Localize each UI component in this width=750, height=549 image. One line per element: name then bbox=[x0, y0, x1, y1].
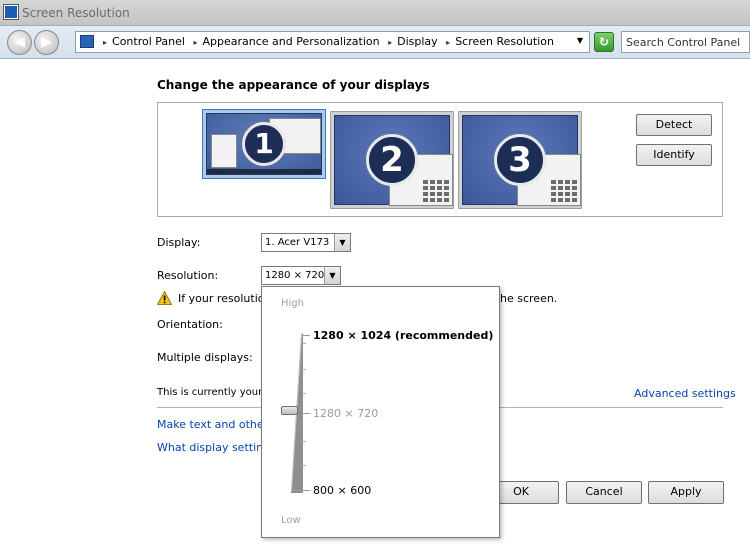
grid-icon bbox=[551, 180, 577, 202]
detect-button[interactable]: Detect bbox=[636, 114, 712, 136]
slider-tick-line bbox=[302, 335, 310, 336]
slider-tick bbox=[302, 343, 306, 344]
monitor-1-screen: 1 bbox=[206, 113, 322, 175]
resolution-dropdown: High 1280 × 1024 (recommended) 1280 × 72… bbox=[261, 286, 500, 538]
slider-tick bbox=[302, 393, 306, 394]
chevron-down-icon: ▼ bbox=[334, 234, 350, 251]
monitor-3-screen: 3 bbox=[462, 115, 581, 206]
cancel-button[interactable]: Cancel bbox=[566, 481, 642, 504]
monitor-2-number: 2 bbox=[366, 134, 418, 186]
search-box[interactable] bbox=[621, 31, 750, 53]
resolution-label: Resolution: bbox=[157, 269, 219, 282]
forward-arrow-icon: ▶ bbox=[41, 34, 52, 50]
breadcrumb-appearance-personalization[interactable]: Appearance and Personalization bbox=[202, 35, 379, 48]
resolution-option-current[interactable]: 1280 × 720 bbox=[313, 407, 378, 420]
breadcrumb-separator-icon[interactable]: ▸ bbox=[388, 38, 392, 47]
orientation-label: Orientation: bbox=[157, 318, 223, 331]
forward-button[interactable]: ▶ bbox=[34, 30, 59, 55]
slider-tick bbox=[302, 369, 306, 370]
monitor-3[interactable]: 3 bbox=[458, 111, 582, 209]
page-heading: Change the appearance of your displays bbox=[157, 78, 430, 92]
refresh-button[interactable]: ↻ bbox=[594, 32, 614, 52]
warning-icon bbox=[157, 291, 172, 305]
display-select-value: 1. Acer V173 bbox=[265, 237, 330, 248]
resolution-select-value: 1280 × 720 bbox=[265, 270, 325, 281]
slider-tick-line bbox=[292, 490, 310, 491]
back-button[interactable]: ◀ bbox=[7, 30, 32, 55]
apply-button[interactable]: Apply bbox=[648, 481, 724, 504]
slider-tick-line bbox=[302, 413, 310, 414]
grid-icon bbox=[423, 180, 449, 202]
slider-tick bbox=[302, 441, 306, 442]
chevron-down-icon: ▼ bbox=[324, 267, 340, 284]
address-bar[interactable]: ▸ Control Panel ▸ Appearance and Personali… bbox=[75, 31, 590, 53]
control-panel-icon bbox=[80, 35, 94, 48]
monitor-1-number: 1 bbox=[242, 122, 286, 166]
slider-tick bbox=[302, 465, 306, 466]
display-label: Display: bbox=[157, 236, 201, 249]
monitor-3-number: 3 bbox=[494, 134, 546, 186]
taskbar bbox=[207, 169, 321, 174]
high-label: High bbox=[281, 298, 304, 309]
multiple-displays-label: Multiple displays: bbox=[157, 351, 253, 364]
monitor-2-screen: 2 bbox=[334, 115, 453, 206]
window-thumbnail bbox=[211, 134, 237, 168]
resolution-option-recommended[interactable]: 1280 × 1024 (recommended) bbox=[313, 329, 493, 342]
resolution-option-minimum[interactable]: 800 × 600 bbox=[313, 484, 371, 497]
search-input[interactable] bbox=[624, 33, 749, 51]
monitor-1[interactable]: 1 bbox=[202, 109, 326, 179]
display-settings-help-link[interactable]: What display settings bbox=[157, 441, 276, 454]
refresh-icon: ↻ bbox=[598, 35, 610, 49]
address-dropdown-icon[interactable]: ▼ bbox=[577, 36, 583, 45]
resolution-slider-thumb[interactable] bbox=[281, 406, 298, 415]
screen-resolution-app-icon bbox=[4, 5, 18, 19]
title-bar: Screen Resolution bbox=[0, 0, 750, 26]
current-display-text: This is currently your m bbox=[157, 387, 276, 398]
breadcrumb-display[interactable]: Display bbox=[397, 35, 438, 48]
identify-button[interactable]: Identify bbox=[636, 144, 712, 166]
breadcrumb: ▸ Control Panel ▸ Appearance and Personali… bbox=[98, 35, 554, 48]
advanced-settings-link[interactable]: Advanced settings bbox=[634, 387, 736, 400]
resolution-select[interactable]: 1280 × 720 ▼ bbox=[261, 266, 341, 285]
warning-text: If your resolution bbox=[178, 292, 272, 305]
breadcrumb-control-panel[interactable]: Control Panel bbox=[112, 35, 185, 48]
display-select[interactable]: 1. Acer V173 ▼ bbox=[261, 233, 351, 252]
window-title: Screen Resolution bbox=[22, 6, 130, 20]
breadcrumb-separator-icon[interactable]: ▸ bbox=[103, 38, 107, 47]
breadcrumb-screen-resolution[interactable]: Screen Resolution bbox=[455, 35, 554, 48]
warning-text-end: he screen. bbox=[500, 292, 558, 305]
low-label: Low bbox=[281, 515, 301, 526]
breadcrumb-separator-icon[interactable]: ▸ bbox=[193, 38, 197, 47]
back-arrow-icon: ◀ bbox=[14, 34, 25, 50]
breadcrumb-separator-icon[interactable]: ▸ bbox=[446, 38, 450, 47]
navigation-bar: ◀ ▶ ▸ Control Panel ▸ Appearance and Perso… bbox=[0, 26, 750, 59]
monitor-2[interactable]: 2 bbox=[330, 111, 454, 209]
